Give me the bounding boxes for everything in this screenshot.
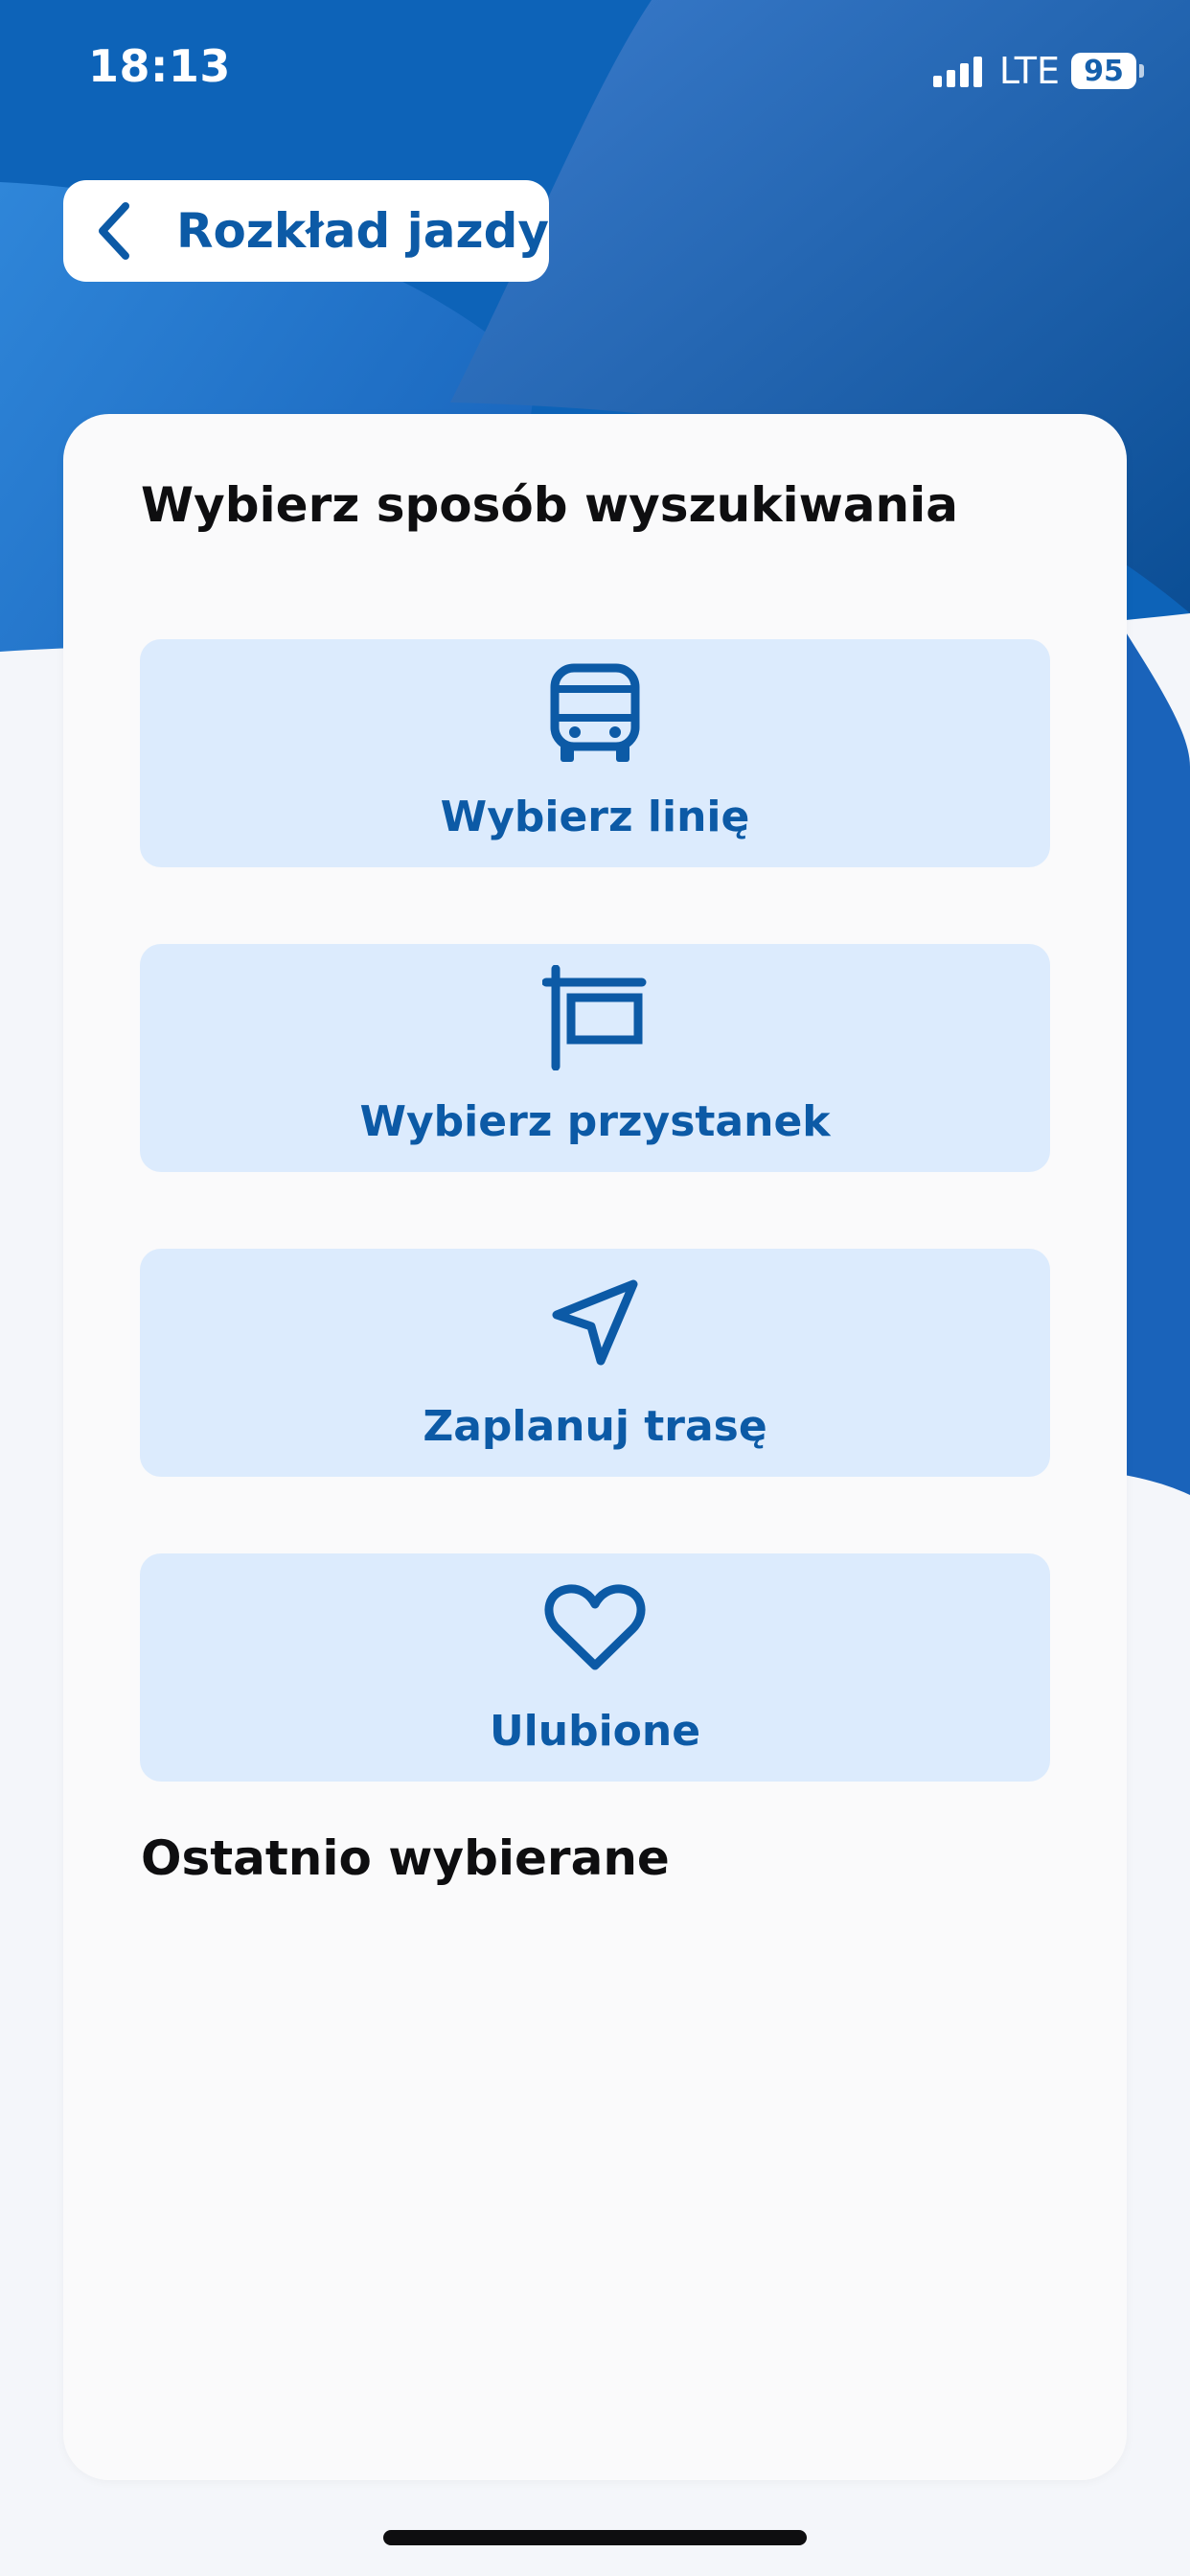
signal-strength-icon: [932, 55, 982, 87]
back-button[interactable]: Rozkład jazdy: [63, 180, 549, 282]
search-method-card: Wybierz sposób wyszukiwania Wybierz lini…: [63, 414, 1127, 2480]
status-time: 18:13: [88, 40, 231, 92]
plan-route-button[interactable]: Zaplanuj trasę: [140, 1249, 1050, 1477]
page-title: Rozkład jazdy: [175, 203, 549, 259]
chevron-left-icon: [82, 196, 146, 265]
status-bar: 18:13 LTE 95: [0, 0, 1190, 144]
navigation-arrow-icon: [140, 1270, 1050, 1375]
home-indicator[interactable]: [383, 2530, 807, 2545]
network-type: LTE: [998, 50, 1060, 92]
bus-icon: [140, 660, 1050, 766]
heart-icon: [140, 1575, 1050, 1680]
select-line-label: Wybierz linię: [440, 793, 750, 841]
plan-route-label: Zaplanuj trasę: [423, 1402, 767, 1451]
card-heading: Wybierz sposób wyszukiwania: [141, 477, 959, 533]
bus-stop-icon: [140, 965, 1050, 1070]
battery-icon: 95: [1071, 53, 1144, 89]
select-stop-button[interactable]: Wybierz przystanek: [140, 944, 1050, 1172]
battery-level: 95: [1071, 53, 1136, 89]
recent-heading: Ostatnio wybierane: [141, 1830, 670, 1886]
favorites-button[interactable]: Ulubione: [140, 1553, 1050, 1782]
select-stop-label: Wybierz przystanek: [359, 1097, 831, 1146]
select-line-button[interactable]: Wybierz linię: [140, 639, 1050, 867]
status-indicators: LTE 95: [932, 50, 1144, 92]
battery-tip: [1139, 64, 1144, 78]
favorites-label: Ulubione: [489, 1707, 701, 1756]
